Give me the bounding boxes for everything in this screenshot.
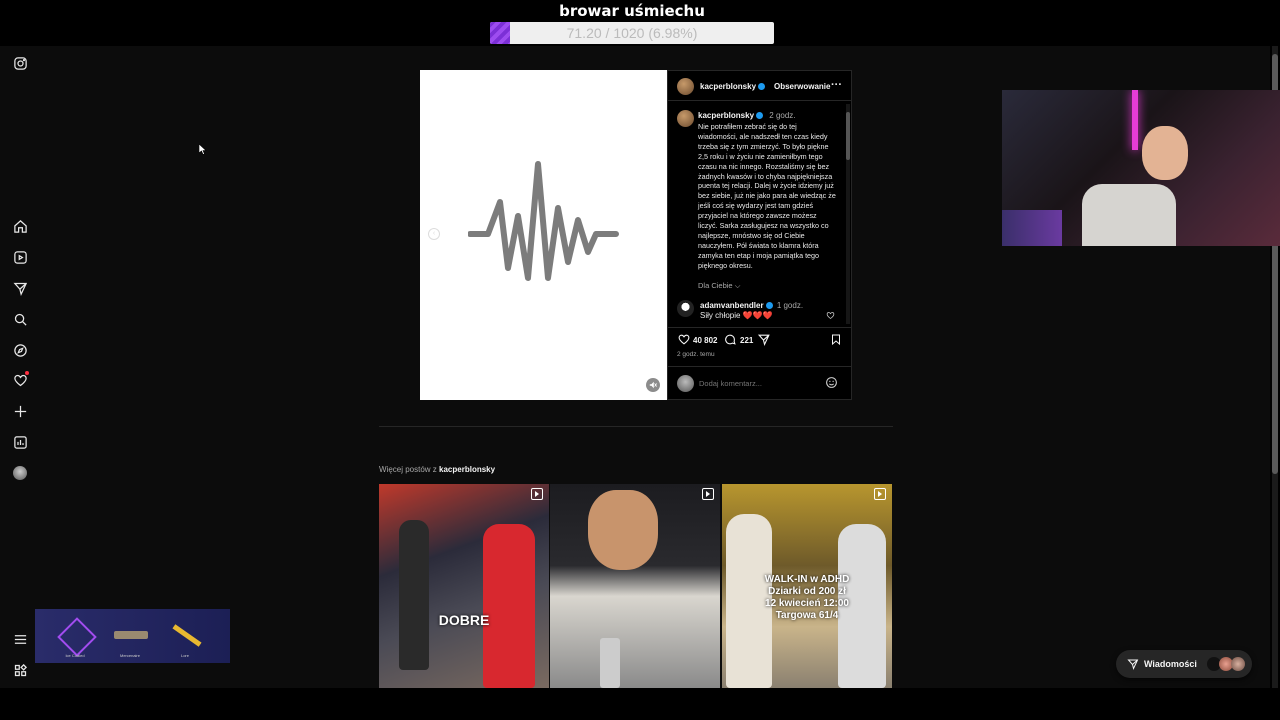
inventory-item: Mercenaire	[110, 613, 150, 659]
comment-author-avatar[interactable]	[677, 300, 694, 317]
post-author-avatar[interactable]	[677, 78, 694, 95]
comment-username[interactable]: adamvanbendler	[700, 301, 764, 310]
reel-icon	[702, 488, 714, 500]
messages-send-icon	[1127, 659, 1139, 670]
messages-icon[interactable]	[12, 280, 28, 296]
verified-badge-icon	[758, 83, 766, 91]
header-divider	[668, 100, 851, 101]
explore-icon[interactable]	[12, 342, 28, 358]
input-divider	[668, 366, 851, 367]
stream-goal-progress-text: 71.20 / 1020 (6.98%)	[566, 25, 698, 41]
section-divider	[379, 426, 893, 427]
thumbnail-figure	[399, 520, 429, 670]
weapon-icon	[57, 617, 97, 657]
for-you-label: Dla Ciebie	[698, 281, 733, 290]
stream-goal-title: browar uśmiechu	[559, 2, 705, 20]
webcam-body	[1082, 184, 1176, 246]
home-icon[interactable]	[12, 218, 28, 234]
reel-icon	[531, 488, 543, 500]
menu-icon[interactable]	[12, 631, 28, 647]
more-posts-prefix: Więcej postów z	[379, 465, 440, 474]
inventory-item-label: Mercenaire	[119, 653, 140, 658]
message-avatar	[1231, 657, 1245, 671]
comments-count[interactable]: 221	[740, 336, 753, 345]
post-thumbnail[interactable]: DOBRE	[379, 484, 549, 688]
verified-badge-icon	[765, 302, 773, 310]
comment-icon[interactable]	[723, 333, 737, 346]
instagram-icon[interactable]	[12, 55, 28, 71]
inventory-item: Ice Coaled	[55, 613, 97, 659]
notifications-icon[interactable]	[12, 371, 29, 388]
messages-label: Wiadomości	[1144, 659, 1197, 669]
for-you-toggle[interactable]: Dla Ciebie ⌵	[698, 281, 740, 291]
post-media[interactable]: ‹	[420, 70, 667, 400]
current-user-avatar	[677, 375, 694, 392]
stream-bottom-bar	[0, 688, 1280, 720]
more-posts-heading: Więcej postów z kacperblonsky	[379, 465, 495, 474]
profile-icon[interactable]	[12, 465, 28, 481]
thumbnail-overlay-text: WALK-IN w ADHD Dziarki od 200 zł 12 kwie…	[764, 574, 850, 621]
caption-header: kacperblonsky 2 godz.	[698, 111, 796, 120]
dashboard-icon[interactable]	[12, 434, 28, 450]
messages-button[interactable]: Wiadomości	[1116, 650, 1252, 678]
chevron-down-icon: ⌵	[734, 281, 741, 290]
caption-author-avatar[interactable]	[677, 110, 694, 127]
comments-scroll-thumb[interactable]	[846, 112, 850, 160]
inventory-item-label: Ice Coaled	[65, 653, 85, 658]
comment-time: 1 godz.	[776, 301, 804, 310]
mouse-cursor-icon	[199, 144, 207, 155]
webcam-face	[1142, 126, 1188, 180]
search-icon[interactable]	[12, 311, 28, 327]
mute-icon[interactable]	[646, 378, 660, 392]
emoji-icon[interactable]	[825, 376, 838, 389]
caption-username[interactable]: kacperblonsky	[698, 111, 754, 120]
stream-goal-progress-bar: 71.20 / 1020 (6.98%)	[490, 22, 774, 44]
webcam-keyboard	[1002, 210, 1062, 246]
inventory-item-label: Lore	[180, 653, 189, 658]
webcam-light	[1132, 90, 1138, 150]
reel-icon	[874, 488, 886, 500]
post-header-username[interactable]: kacperblonsky	[700, 82, 766, 91]
reels-icon[interactable]	[12, 249, 28, 265]
carousel-prev-icon[interactable]: ‹	[428, 228, 440, 240]
weapon-icon	[114, 631, 148, 639]
post-thumbnail[interactable]	[550, 484, 720, 688]
thumbnail-phone	[600, 638, 620, 688]
more-posts-username[interactable]: kacperblonsky	[439, 465, 495, 474]
thumbnail-figure	[483, 524, 535, 688]
stream-inventory-overlay: Ice Coaled Mercenaire Lore	[35, 609, 230, 663]
like-icon[interactable]	[677, 333, 691, 346]
thumbnail-face	[588, 490, 658, 570]
caption-text: Nie potrafiłem zebrać się do tej wiadomo…	[698, 122, 836, 270]
verified-badge-icon	[756, 112, 764, 120]
caption-time: 2 godz.	[769, 111, 796, 120]
post-thumbnail[interactable]: WALK-IN w ADHD Dziarki od 200 zł 12 kwie…	[722, 484, 892, 688]
streamer-webcam	[1002, 90, 1280, 246]
more-options-icon[interactable]: ···	[831, 79, 842, 91]
notification-dot	[25, 371, 29, 375]
actions-divider	[668, 327, 851, 328]
posted-ago: 2 godz. temu	[677, 351, 715, 358]
create-icon[interactable]	[12, 403, 28, 419]
follow-state-button[interactable]: Obserwowanie	[774, 82, 830, 91]
profile-avatar	[13, 466, 27, 480]
comment-text: Siły chłopie ❤️❤️❤️	[700, 311, 773, 320]
comments-scrollbar[interactable]	[846, 104, 850, 324]
comment-like-icon[interactable]	[826, 311, 835, 320]
knife-icon	[172, 624, 202, 647]
save-bookmark-icon[interactable]	[830, 333, 842, 346]
audio-waveform-icon	[468, 161, 619, 281]
comment-input[interactable]	[699, 377, 814, 390]
comment-header: adamvanbendler 1 godz.	[700, 301, 803, 310]
thumbnail-overlay-text: DOBRE	[438, 612, 490, 628]
more-apps-icon[interactable]	[12, 662, 28, 678]
share-icon[interactable]	[757, 333, 771, 346]
inventory-item: Lore	[165, 613, 205, 659]
likes-count[interactable]: 40 802	[693, 336, 717, 345]
